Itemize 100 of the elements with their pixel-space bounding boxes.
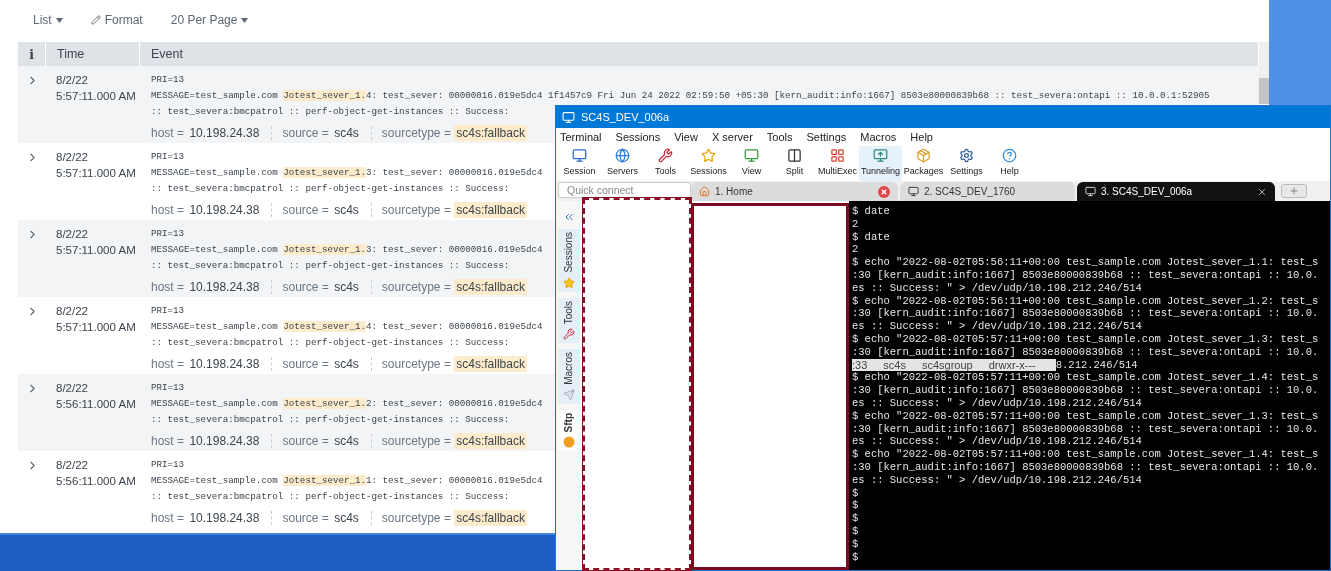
- event-message: :: test_severa:bmcpatrol :: perf-object-get-instances :: Success:: [151, 336, 510, 350]
- session-tab[interactable]: 1. Home: [691, 182, 898, 201]
- session-tab[interactable]: 3. SC4S_DEV_006a: [1077, 182, 1275, 201]
- event-field[interactable]: host = 10.198.24.38: [151, 357, 272, 371]
- toolbar-button[interactable]: Session: [558, 146, 601, 181]
- toolbar-button[interactable]: Sessions: [687, 146, 730, 181]
- toolbar-button[interactable]: MultiExec: [816, 146, 859, 181]
- page-size-menu[interactable]: 20 Per Page: [170, 13, 249, 27]
- event-field[interactable]: source = sc4s: [271, 126, 371, 140]
- wrench-icon: [562, 327, 575, 340]
- event-time: 5:57:11.000 AM: [56, 89, 136, 104]
- event-field[interactable]: host = 10.198.24.38: [151, 126, 272, 140]
- terminal-line: $: [852, 486, 860, 500]
- app-icon: [562, 110, 575, 124]
- menu-item[interactable]: Tools: [764, 131, 799, 143]
- event-field[interactable]: host = 10.198.24.38: [151, 434, 272, 448]
- menu-item[interactable]: X server: [709, 131, 759, 143]
- event-field[interactable]: source = sc4s: [271, 203, 371, 217]
- event-message: :: test_severa:bmcpatrol :: perf-object-get-instances :: Success:: [151, 182, 510, 196]
- event-time: 5:56:11.000 AM: [56, 474, 136, 489]
- menu-item[interactable]: Sessions: [613, 131, 667, 143]
- toolbar-button[interactable]: Tunneling: [859, 146, 902, 181]
- event-field[interactable]: sourcetype = sc4s:fallback: [370, 126, 537, 140]
- star-icon: [562, 276, 575, 289]
- side-tab[interactable]: Macros: [557, 348, 580, 404]
- event-message: MESSAGE=test_sample.com Jotest_sever_1.4: test_sever: 00000016.019e5dc4 1f1457c9 Fri Jun 24 2022 02:59:50 +05:30 [kern_audit:info:1667] 8503e80000839b68 :: test_severa:ontapi :: 10.0.0.1:52905: [151, 89, 1210, 103]
- terminal-line: $: [852, 524, 860, 538]
- toolbar-button[interactable]: Settings: [945, 146, 988, 181]
- circle-icon: [562, 436, 575, 449]
- event-field[interactable]: sourcetype = sc4s:fallback: [370, 203, 537, 217]
- menu-item[interactable]: View: [672, 131, 704, 143]
- window-title: SC4S_DEV_006a: [581, 111, 670, 123]
- package-icon: [916, 148, 931, 163]
- scrollbar[interactable]: [1259, 42, 1269, 104]
- menu-item[interactable]: Macros: [858, 131, 903, 143]
- terminal-line: $: [852, 550, 860, 564]
- terminal-line: $ echo "2022-08-02T05:57:11+00:00 test_sample.com Jotest_sever_1.4: test_s: [852, 371, 1320, 385]
- terminal-line: $ echo "2022-08-02T05:57:11+00:00 test_sample.com Jotest_sever_1.3: test_s: [852, 332, 1320, 346]
- terminal-line: 2: [852, 217, 860, 231]
- event-date: 8/2/22: [56, 73, 88, 88]
- pencil-icon: [90, 15, 101, 25]
- menu-item[interactable]: Help: [908, 131, 939, 143]
- globe-icon: [615, 148, 630, 163]
- star-icon: [701, 148, 716, 163]
- event-field[interactable]: source = sc4s: [271, 357, 371, 371]
- event-message: MESSAGE=test_sample.com Jotest_sever_1.3: test_sever: 00000016.019e5dc4: [151, 243, 543, 257]
- toolbar-button[interactable]: Split: [773, 146, 816, 181]
- event-message: MESSAGE=test_sample.com Jotest_sever_1.2: test_sever: 00000016.019e5dc4: [151, 397, 543, 411]
- event-field[interactable]: source = sc4s: [271, 280, 371, 294]
- terminal-line: $: [852, 512, 860, 525]
- monitor-icon: [1085, 186, 1096, 197]
- terminal-line: $ echo "2022-08-02T05:57:11+00:00 test_sample.com Jotest_sever_1.4: test_s: [852, 448, 1320, 461]
- event-time: 5:57:11.000 AM: [56, 243, 136, 258]
- caret-icon: [241, 17, 249, 23]
- quick-connect-field[interactable]: Quick connect: [558, 182, 691, 198]
- event-date: 8/2/22: [56, 304, 88, 319]
- terminal-line: $ date: [852, 205, 891, 218]
- side-tab[interactable]: Tools: [557, 297, 580, 343]
- format-button[interactable]: Format: [90, 13, 143, 27]
- event-field[interactable]: sourcetype = sc4s:fallback: [370, 357, 537, 371]
- grid-icon: [830, 148, 845, 163]
- menu-item[interactable]: Settings: [804, 131, 853, 143]
- session-tab[interactable]: 2. SC4S_DEV_1760: [900, 182, 1075, 201]
- monitor-icon: [908, 186, 919, 197]
- toolbar-button[interactable]: Packages: [902, 146, 945, 181]
- terminal-line: :30 [kern_audit:info:1667] 8503e80000839b68 :: test_severa:ontapi :: 10.0.: [852, 269, 1320, 282]
- event-field[interactable]: host = 10.198.24.38: [151, 280, 272, 294]
- terminal[interactable]: [849, 201, 1330, 570]
- terminal-line: es :: Success: " > /dev/udp/10.198.212.246/514: [852, 320, 1143, 333]
- caret-icon: [55, 17, 63, 23]
- event-field[interactable]: source = sc4s: [271, 511, 371, 525]
- event-field[interactable]: sourcetype = sc4s:fallback: [370, 280, 537, 294]
- close-icon[interactable]: [878, 185, 890, 198]
- event-pri: PRI=13: [151, 458, 185, 472]
- event-field[interactable]: host = 10.198.24.38: [151, 511, 272, 525]
- menu-item[interactable]: Terminal: [558, 131, 608, 143]
- terminal-line: $ date: [852, 230, 891, 244]
- event-field[interactable]: host = 10.198.24.38: [151, 203, 272, 217]
- event-message: :: test_severa:bmcpatrol :: perf-object-get-instances :: Success:: [151, 490, 510, 504]
- event-field[interactable]: source = sc4s: [271, 434, 371, 448]
- terminal-line: $: [852, 537, 860, 551]
- event-message: MESSAGE=test_sample.com Jotest_sever_1.4: test_sever: 00000016.019e5dc4: [151, 320, 543, 334]
- toolbar-button[interactable]: Help: [988, 146, 1031, 181]
- gear-icon: [959, 148, 974, 163]
- terminal-line: :30 [kern_audit:info:1667] 8503e80000839b68 :: test_severa:ontapi :: 10.0.: [852, 384, 1320, 397]
- event-field[interactable]: sourcetype = sc4s:fallback: [370, 511, 537, 525]
- help-icon: [1002, 148, 1017, 163]
- toolbar-button[interactable]: Servers: [601, 146, 644, 181]
- event-message: :: test_severa:bmcpatrol :: perf-object-get-instances :: Success:: [151, 105, 510, 119]
- view-menu[interactable]: List: [33, 13, 63, 27]
- event-pri: PRI=13: [151, 73, 185, 87]
- toolbar-button[interactable]: View: [730, 146, 773, 181]
- side-tab[interactable]: Sftp: [557, 409, 580, 452]
- toolbar-button[interactable]: Tools: [644, 146, 687, 181]
- monitor-icon: [572, 148, 587, 163]
- close-icon[interactable]: [1257, 186, 1267, 197]
- side-tab[interactable]: Sessions: [557, 229, 580, 292]
- event-field[interactable]: sourcetype = sc4s:fallback: [370, 434, 537, 448]
- event-pri: PRI=13: [151, 381, 185, 395]
- terminal-line: 2: [852, 243, 860, 257]
